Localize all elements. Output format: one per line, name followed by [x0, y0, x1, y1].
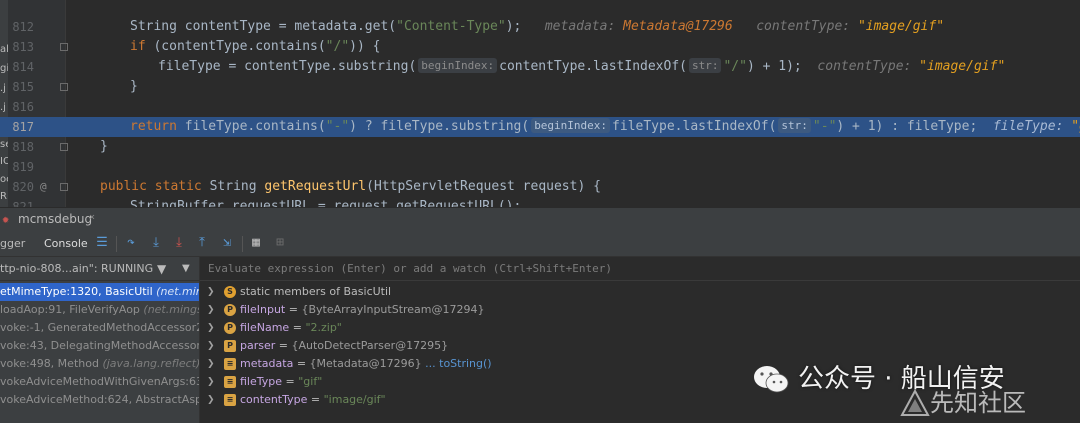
evaluate-expression-icon[interactable]: ▦: [247, 234, 265, 252]
inline-debug-name: contentType:: [817, 59, 912, 74]
thread-selector[interactable]: ttp-nio-808...ain": RUNNING ▼ ▼: [0, 257, 199, 281]
code-text: public static String getRequestUrl(HttpS…: [100, 179, 601, 194]
inline-debug-name: metadata:: [544, 19, 616, 34]
code-line-817-current[interactable]: 817 return fileType.contains("-") ? file…: [0, 117, 1080, 137]
inline-debug-value: "gif": [1071, 119, 1080, 134]
chevron-right-icon[interactable]: ❯: [207, 337, 215, 355]
static-icon: S: [224, 286, 236, 298]
stack-frame[interactable]: loadAop:91, FileVerifyAop (net.mings: [0, 301, 199, 319]
override-marker-icon[interactable]: @: [40, 177, 47, 197]
debug-toolbar: gger Console ☰ ↷ ⤓ ⤓ ⤒ ⇲ ▦ ⊞: [0, 231, 1080, 257]
stack-frame[interactable]: vokeAdviceMethodWithGivenArgs:634: [0, 373, 199, 391]
parameter-hint: beginIndex:: [418, 58, 498, 73]
variable-row[interactable]: ❯ S static members of BasicUtil: [200, 283, 1080, 301]
local-variable-icon: ≡: [224, 394, 236, 406]
local-variable-icon: P: [224, 340, 236, 352]
code-line-813[interactable]: 813 if (contentType.contains("/")) {: [0, 37, 1080, 57]
chevron-right-icon[interactable]: ❯: [207, 355, 215, 373]
variable-row[interactable]: ❯ P fileName = "2.zip": [200, 319, 1080, 337]
watermark-xianzhi: 先知社区: [930, 389, 1026, 417]
filter-icon[interactable]: ▼: [157, 257, 166, 281]
xianzhi-logo-icon: [900, 388, 930, 416]
chevron-right-icon[interactable]: ❯: [207, 373, 215, 391]
force-step-into-icon[interactable]: ⤓: [170, 234, 188, 252]
variable-row[interactable]: ❯ P fileInput = {ByteArrayInputStream@17…: [200, 301, 1080, 319]
local-variable-icon: ≡: [224, 358, 236, 370]
fold-marker-icon[interactable]: [60, 143, 68, 151]
trace-stream-icon[interactable]: ⊞: [271, 234, 289, 252]
to-string-link[interactable]: ... toString(): [425, 357, 491, 370]
line-number: 820: [12, 180, 34, 194]
step-out-icon[interactable]: ⤒: [193, 234, 211, 252]
line-number: 813: [12, 40, 34, 54]
variable-row[interactable]: ❯ P parser = {AutoDetectParser@17295}: [200, 337, 1080, 355]
chevron-right-icon[interactable]: ❯: [207, 301, 215, 319]
line-number: 821: [12, 200, 34, 207]
stack-frame[interactable]: vokeAdviceMethod:624, AbstractAspe: [0, 391, 199, 409]
step-into-icon[interactable]: ⤓: [147, 234, 165, 252]
close-icon[interactable]: ×: [89, 212, 95, 223]
parameter-hint: str:: [778, 118, 811, 133]
inline-debug-value: "image/gif": [857, 19, 945, 34]
inline-debug-value: Metadata@17296: [623, 19, 733, 34]
stack-frame[interactable]: etMimeType:1320, BasicUtil (net.mings: [0, 283, 199, 301]
chevron-right-icon[interactable]: ❯: [207, 391, 215, 409]
line-number: 817: [12, 120, 34, 134]
parameter-icon: P: [224, 322, 236, 334]
debug-session-title[interactable]: mcmsdebug: [18, 212, 92, 226]
fold-marker-icon[interactable]: [60, 183, 68, 191]
show-execution-point-icon[interactable]: ☰: [93, 234, 111, 252]
code-line-812[interactable]: 812 String contentType = metadata.get("C…: [0, 17, 1080, 37]
line-number: 819: [12, 160, 34, 174]
line-number: 814: [12, 60, 34, 74]
evaluate-expression-input[interactable]: Evaluate expression (Enter) or add a wat…: [200, 257, 1080, 281]
run-to-cursor-icon[interactable]: ⇲: [218, 234, 236, 252]
code-line-815[interactable]: 815 }: [0, 77, 1080, 97]
code-line-814[interactable]: 814 fileType = contentType.substring(beg…: [0, 57, 1080, 77]
parameter-hint: str:: [688, 58, 722, 73]
thread-label: ttp-nio-808...ain": RUNNING: [0, 262, 154, 275]
chevron-right-icon[interactable]: ❯: [207, 283, 215, 301]
fold-marker-icon[interactable]: [60, 43, 68, 51]
line-number: 816: [12, 100, 34, 114]
inline-debug-name: fileType:: [992, 119, 1064, 134]
code-editor[interactable]: al gi .j .j at se IO oc RE 812 String co…: [0, 0, 1080, 207]
stack-frame[interactable]: voke:498, Method (java.lang.reflect): [0, 355, 199, 373]
parameter-icon: P: [224, 304, 236, 316]
chevron-down-icon[interactable]: ▼: [182, 257, 190, 281]
chevron-right-icon[interactable]: ❯: [207, 319, 215, 337]
code-line-820[interactable]: 820 @ public static String getRequestUrl…: [0, 177, 1080, 197]
code-text: StringBuffer requestURL = request.getReq…: [130, 199, 522, 207]
line-number: 815: [12, 80, 34, 94]
local-variable-icon: ≡: [224, 376, 236, 388]
toolbar-separator: [116, 236, 117, 252]
toolbar-separator: [242, 236, 243, 252]
code-text: String contentType = metadata.get("Conte…: [130, 19, 945, 34]
code-text: }: [100, 139, 108, 154]
code-line-819[interactable]: 819: [0, 157, 1080, 177]
debug-tab-header[interactable]: ✹ mcmsdebug ×: [0, 207, 1080, 231]
tab-debugger[interactable]: gger: [0, 237, 25, 250]
step-over-icon[interactable]: ↷: [122, 234, 140, 252]
parameter-hint: beginIndex:: [531, 118, 611, 133]
code-line-818[interactable]: 818 }: [0, 137, 1080, 157]
wechat-logo-icon: [754, 366, 789, 393]
line-number: 812: [12, 20, 34, 34]
stack-frame[interactable]: voke:-1, GeneratedMethodAccessor22: [0, 319, 199, 337]
code-line-816[interactable]: 816: [0, 97, 1080, 117]
code-text: return fileType.contains("-") ? fileType…: [130, 117, 1080, 137]
inline-debug-value: "image/gif": [919, 59, 1006, 74]
line-number: 818: [12, 140, 34, 154]
fold-marker-icon[interactable]: [60, 83, 68, 91]
tab-console[interactable]: Console: [44, 237, 88, 250]
code-text: }: [130, 79, 138, 94]
code-text: if (contentType.contains("/")) {: [130, 39, 381, 54]
bug-icon: ✹: [2, 212, 10, 226]
code-text: fileType = contentType.substring(beginIn…: [158, 58, 1006, 74]
code-line-821[interactable]: 821 StringBuffer requestURL = request.ge…: [0, 197, 1080, 207]
frames-panel: ttp-nio-808...ain": RUNNING ▼ ▼ etMimeTy…: [0, 257, 200, 423]
stack-frame[interactable]: voke:43, DelegatingMethodAccessorIm: [0, 337, 199, 355]
inline-debug-name: contentType:: [756, 19, 851, 34]
